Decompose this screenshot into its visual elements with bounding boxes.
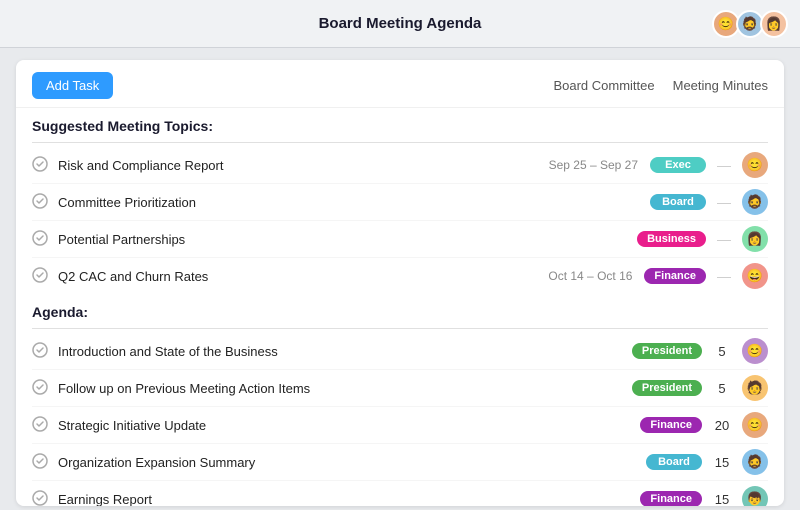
table-row: Strategic Initiative Update Finance 20 😊 bbox=[32, 407, 768, 444]
dash: — bbox=[716, 268, 732, 284]
check-icon bbox=[32, 453, 50, 471]
page-title: Board Meeting Agenda bbox=[319, 15, 482, 32]
table-row: Q2 CAC and Churn Rates Oct 14 – Oct 16 F… bbox=[32, 258, 768, 294]
table-row: Potential Partnerships Business — 👩 bbox=[32, 221, 768, 258]
check-icon bbox=[32, 416, 50, 434]
row-label: Strategic Initiative Update bbox=[58, 418, 640, 433]
tag-exec: Exec bbox=[650, 157, 706, 173]
main-content: Add Task Board Committee Meeting Minutes… bbox=[16, 60, 784, 506]
row-label: Introduction and State of the Business bbox=[58, 344, 632, 359]
avatar: 👩 bbox=[760, 10, 788, 38]
dash: — bbox=[716, 194, 732, 210]
minutes-num: 20 bbox=[712, 418, 732, 433]
row-label: Committee Prioritization bbox=[58, 195, 638, 210]
agenda-title: Agenda: bbox=[32, 304, 768, 324]
avatar: 🧔 bbox=[742, 189, 768, 215]
row-label: Risk and Compliance Report bbox=[58, 158, 549, 173]
row-label: Organization Expansion Summary bbox=[58, 455, 646, 470]
table-row: Follow up on Previous Meeting Action Ite… bbox=[32, 370, 768, 407]
tag-finance: Finance bbox=[640, 491, 702, 506]
toolbar: Add Task Board Committee Meeting Minutes bbox=[16, 60, 784, 108]
avatar: 🧔 bbox=[742, 449, 768, 475]
minutes-num: 5 bbox=[712, 381, 732, 396]
avatar: 😊 bbox=[742, 152, 768, 178]
table-row: Earnings Report Finance 15 👦 bbox=[32, 481, 768, 506]
avatar: 😊 bbox=[742, 338, 768, 364]
avatar: 😊 bbox=[742, 412, 768, 438]
table-row: Risk and Compliance Report Sep 25 – Sep … bbox=[32, 147, 768, 184]
tag-business: Business bbox=[637, 231, 706, 247]
top-bar-avatars: 😊 🧔 👩 bbox=[712, 10, 788, 38]
date-range: Oct 14 – Oct 16 bbox=[548, 269, 632, 283]
table-row: Introduction and State of the Business P… bbox=[32, 333, 768, 370]
check-icon bbox=[32, 193, 50, 211]
check-icon bbox=[32, 342, 50, 360]
check-icon bbox=[32, 230, 50, 248]
dash: — bbox=[716, 231, 732, 247]
tag-board: Board bbox=[650, 194, 706, 210]
row-label: Q2 CAC and Churn Rates bbox=[58, 269, 548, 284]
row-label: Follow up on Previous Meeting Action Ite… bbox=[58, 381, 632, 396]
avatar: 😄 bbox=[742, 263, 768, 289]
suggested-section: Suggested Meeting Topics: Risk and Compl… bbox=[16, 108, 784, 294]
minutes-num: 5 bbox=[712, 344, 732, 359]
agenda-section: Agenda: Introduction and State of the Bu… bbox=[16, 294, 784, 506]
meeting-minutes-link[interactable]: Meeting Minutes bbox=[673, 78, 768, 93]
tag-finance: Finance bbox=[644, 268, 706, 284]
row-label: Earnings Report bbox=[58, 492, 640, 507]
avatar: 🧑 bbox=[742, 375, 768, 401]
board-committee-link[interactable]: Board Committee bbox=[553, 78, 654, 93]
toolbar-links: Board Committee Meeting Minutes bbox=[553, 78, 768, 93]
tag-finance: Finance bbox=[640, 417, 702, 433]
dash: — bbox=[716, 157, 732, 173]
table-row: Committee Prioritization Board — 🧔 bbox=[32, 184, 768, 221]
check-icon bbox=[32, 156, 50, 174]
top-bar: Board Meeting Agenda 😊 🧔 👩 bbox=[0, 0, 800, 48]
avatar: 👩 bbox=[742, 226, 768, 252]
date-range: Sep 25 – Sep 27 bbox=[549, 158, 638, 172]
tag-board: Board bbox=[646, 454, 702, 470]
tag-president: President bbox=[632, 380, 702, 396]
tag-president: President bbox=[632, 343, 702, 359]
check-icon bbox=[32, 379, 50, 397]
row-label: Potential Partnerships bbox=[58, 232, 625, 247]
avatar: 👦 bbox=[742, 486, 768, 506]
suggested-title: Suggested Meeting Topics: bbox=[32, 118, 768, 138]
table-row: Organization Expansion Summary Board 15 … bbox=[32, 444, 768, 481]
add-task-button[interactable]: Add Task bbox=[32, 72, 113, 99]
check-icon bbox=[32, 490, 50, 506]
minutes-num: 15 bbox=[712, 492, 732, 507]
check-icon bbox=[32, 267, 50, 285]
minutes-num: 15 bbox=[712, 455, 732, 470]
